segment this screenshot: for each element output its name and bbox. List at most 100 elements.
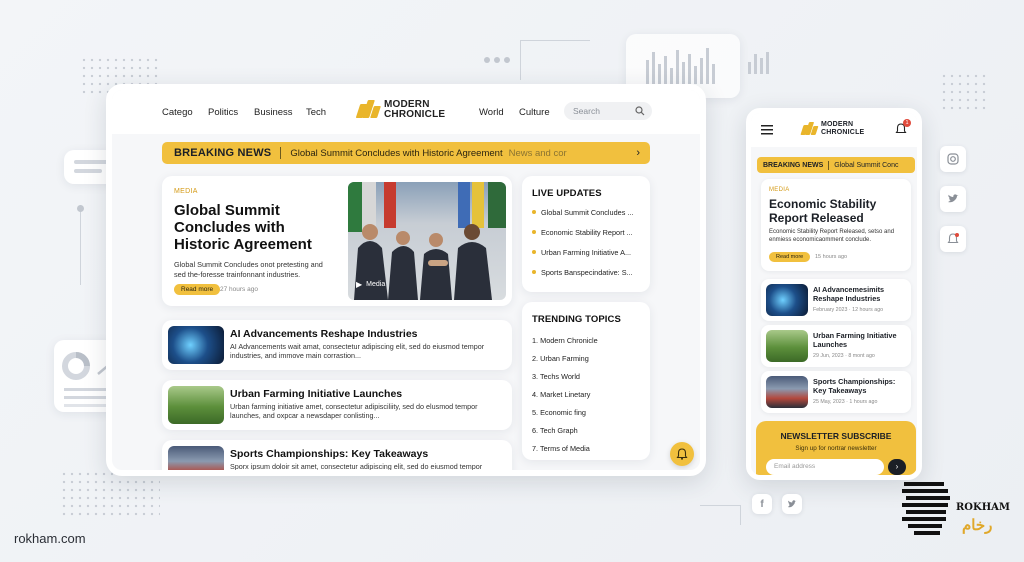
rokham-logo — [900, 478, 956, 544]
watermark-brand-fa: رخام — [962, 517, 993, 534]
logo-mark-icon — [800, 122, 819, 135]
decor-line — [520, 40, 590, 41]
facebook-icon[interactable]: f — [752, 494, 772, 514]
watermark-brand: ROKHAM — [956, 502, 1010, 513]
instagram-icon[interactable] — [940, 146, 966, 172]
nav-item-category[interactable]: Catego — [162, 107, 193, 118]
decor-line — [520, 40, 521, 80]
mobile-read-more-button[interactable]: Read more — [769, 252, 811, 262]
mobile-phone-mockup: MODERN CHRONICLE 1 BREAKING NEWS Global S… — [746, 108, 922, 480]
play-icon: ▶ — [356, 280, 363, 289]
article-card[interactable]: Sports Championships: Key Takeaways Spor… — [162, 440, 512, 476]
trending-topics-panel: TRENDING TOPICS 1. Modern Chronicle 2. U… — [522, 302, 650, 460]
desktop-browser-mockup: Catego Politics Business Tech MODERN CHRO… — [106, 84, 706, 476]
search-input[interactable]: Search — [564, 102, 652, 120]
site-logo[interactable]: MODERN CHRONICLE — [355, 100, 445, 120]
live-update-item[interactable]: Sports Banspecindative: S... — [532, 268, 644, 277]
twitter-icon[interactable] — [782, 494, 802, 514]
ai-brain-image — [766, 284, 808, 316]
newsletter-subtitle: Sign up for nortrar newsletter — [795, 445, 877, 452]
rokham-logo-graphic — [902, 482, 950, 535]
mobile-article-card[interactable]: Urban Farming Initiative Launches 29 Jun… — [761, 325, 911, 367]
breaking-divider — [280, 147, 282, 159]
live-update-item[interactable]: Global Summit Concludes ... — [532, 208, 644, 217]
desktop-top-nav: Catego Politics Business Tech MODERN CHRO… — [112, 90, 700, 134]
decor-line — [700, 505, 740, 506]
featured-article-card[interactable]: MEDIA Global Summit Concludes with Histo… — [162, 176, 512, 306]
mobile-header: MODERN CHRONICLE 1 — [751, 113, 917, 147]
mobile-article-meta: February 2023 · 12 hours ago — [813, 307, 884, 313]
ai-brain-image — [168, 326, 224, 364]
article-summary: AI Advancements wait amat, consectetur a… — [230, 342, 485, 360]
notification-fab[interactable] — [670, 442, 694, 466]
mobile-logo[interactable]: MODERN CHRONICLE — [800, 121, 864, 137]
sports-image — [766, 376, 808, 408]
nav-item-business[interactable]: Business — [254, 107, 293, 118]
newsletter-title: NEWSLETTER SUBSCRIBE — [780, 431, 892, 441]
nav-item-politics[interactable]: Politics — [208, 107, 238, 118]
mobile-article-card[interactable]: Sports Championships: Key Takeaways 25 M… — [761, 371, 911, 413]
trending-item[interactable]: 3. Techs World — [532, 372, 580, 381]
nav-item-tech[interactable]: Tech — [306, 107, 326, 118]
live-updates-title: LIVE UPDATES — [532, 188, 602, 199]
decor-line — [740, 505, 741, 525]
notification-badge: 1 — [903, 119, 911, 127]
breaking-news-bar[interactable]: BREAKING NEWS Global Summit Concludes wi… — [162, 142, 650, 164]
mobile-breaking-title: BREAKING NEWS — [763, 161, 824, 169]
mobile-featured-tag: MEDIA — [769, 187, 790, 193]
live-update-item[interactable]: Urban Farming Initiative A... — [532, 248, 644, 257]
breaking-news-title: BREAKING NEWS — [174, 147, 272, 159]
bell-icon — [676, 448, 688, 460]
media-label[interactable]: ▶ Media — [356, 280, 385, 289]
article-card[interactable]: AI Advancements Reshape Industries AI Ad… — [162, 320, 512, 370]
subscribe-button[interactable]: › — [888, 459, 906, 475]
search-icon[interactable] — [635, 106, 645, 116]
logo-mark-icon — [355, 100, 381, 118]
decor-dash — [484, 57, 514, 63]
trending-item[interactable]: 7. Terms of Media — [532, 444, 590, 453]
read-more-button[interactable]: Read more — [174, 284, 221, 295]
chevron-right-icon[interactable]: › — [636, 147, 640, 159]
mobile-featured-card[interactable]: MEDIA Economic Stability Report Released… — [761, 179, 911, 271]
breaking-news-next: News and cor — [508, 147, 567, 159]
mobile-article-card[interactable]: AI Advancemesimits Reshape Industries Fe… — [761, 279, 911, 321]
search-placeholder: Search — [573, 106, 600, 116]
decor-dot — [77, 205, 84, 212]
newsletter-panel: NEWSLETTER SUBSCRIBE Sign up for nortrar… — [756, 421, 916, 475]
article-title[interactable]: Sports Championships: Key Takeaways — [230, 448, 428, 460]
nav-item-world[interactable]: World — [479, 107, 504, 118]
decor-dots-right — [940, 72, 988, 112]
summit-photo[interactable]: ▶ Media — [348, 182, 506, 300]
article-title[interactable]: AI Advancements Reshape Industries — [230, 328, 418, 340]
mobile-article-title[interactable]: Sports Championships: Key Takeaways — [813, 377, 907, 395]
twitter-icon[interactable] — [940, 186, 966, 212]
bell-icon[interactable] — [940, 226, 966, 252]
breaking-divider — [828, 160, 830, 170]
trending-item[interactable]: 1. Modern Chronicle — [532, 336, 598, 345]
trending-item[interactable]: 5. Economic fing — [532, 408, 586, 417]
hamburger-icon[interactable] — [761, 125, 773, 135]
article-card[interactable]: Urban Farming Initiative Launches Urban … — [162, 380, 512, 430]
mobile-article-meta: 25 May, 2023 · 1 hours ago — [813, 399, 878, 405]
article-summary: Sporx ipsum doloir sit amet, consectetur… — [230, 462, 483, 476]
article-title[interactable]: Urban Farming Initiative Launches — [230, 388, 402, 400]
floating-line-chart — [746, 48, 774, 76]
featured-time: 27 hours ago — [220, 286, 258, 293]
trending-title: TRENDING TOPICS — [532, 314, 621, 325]
email-input[interactable]: Email address — [766, 459, 884, 475]
breaking-news-text: Global Summit Concludes with Historic Ag… — [290, 147, 503, 159]
farming-image — [766, 330, 808, 362]
mobile-breaking-bar[interactable]: BREAKING NEWS Global Summit Conc — [757, 157, 915, 173]
featured-headline[interactable]: Global Summit Concludes with Historic Ag… — [174, 202, 334, 253]
trending-item[interactable]: 2. Urban Farming — [532, 354, 589, 363]
mobile-article-meta: 29 Jun, 2023 · 8 mont ago — [813, 353, 875, 359]
nav-item-culture[interactable]: Culture — [519, 107, 550, 118]
mobile-article-title[interactable]: Urban Farming Initiative Launches — [813, 331, 907, 349]
mobile-featured-headline[interactable]: Economic Stability Report Released — [769, 197, 909, 225]
farming-image — [168, 386, 224, 424]
article-summary: Urban farming initiative amet, consectet… — [230, 402, 478, 420]
live-update-item[interactable]: Economic Stability Report ... — [532, 228, 644, 237]
trending-item[interactable]: 6. Tech Graph — [532, 426, 578, 435]
mobile-article-title[interactable]: AI Advancemesimits Reshape Industries — [813, 285, 907, 303]
trending-item[interactable]: 4. Market Linetary — [532, 390, 590, 399]
